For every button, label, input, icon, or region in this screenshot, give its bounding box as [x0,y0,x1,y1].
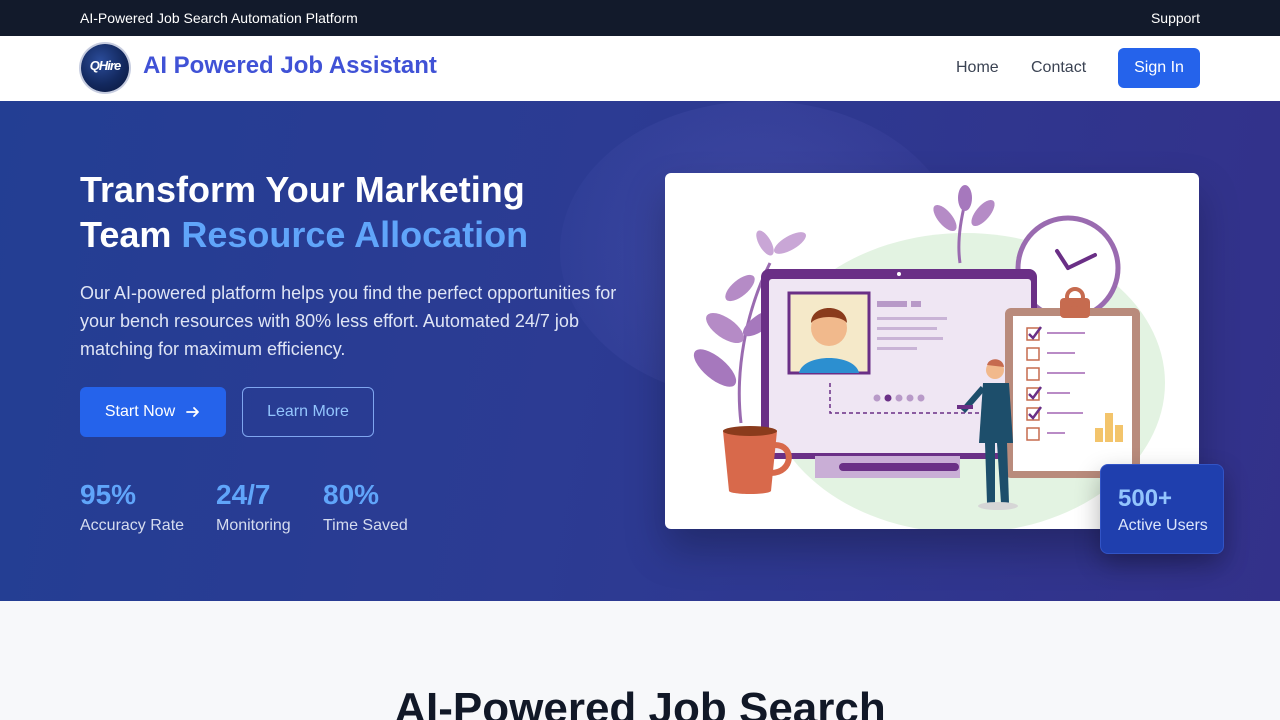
start-now-label: Start Now [104,403,176,420]
support-link[interactable]: Support [1151,10,1200,26]
top-announcement-bar: AI-Powered Job Search Automation Platfor… [0,0,1280,36]
active-users-label: Active Users [1118,517,1208,534]
arrow-right-icon [186,407,200,417]
stat-value: 24/7 [216,479,271,510]
stat-value: 95% [80,479,137,510]
stat-accuracy: 95% Accuracy Rate [80,479,184,535]
active-users-card: 500+ Active Users [1100,464,1224,554]
headline-line-2: Team [80,214,182,255]
main-navbar: QHire AI Powered Job Assistant Home Cont… [0,36,1280,101]
start-now-button[interactable]: Start Now [80,387,226,437]
stat-value: 80% [323,479,380,510]
stat-monitoring: 24/7 Monitoring [216,479,291,535]
qhire-logo-icon[interactable]: QHire [81,44,129,92]
logo-text: QHire [89,58,121,73]
hero-section: Transform Your Marketing Team Resource A… [0,101,1280,601]
stat-time-saved: 80% Time Saved [323,479,408,535]
nav-link-contact[interactable]: Contact [1031,59,1086,77]
stat-label: Time Saved [323,517,408,534]
headline-line-1: Transform Your Marketing [80,169,525,210]
platform-tagline: AI-Powered Job Search Automation Platfor… [80,10,358,26]
clipboard-illustration [1005,287,1140,478]
stat-label: Monitoring [216,517,291,534]
hero-description: Our AI-powered platform helps you find t… [80,283,617,359]
features-section-title: AI-Powered Job Search [394,684,886,720]
hero-headline: Transform Your Marketing Team Resource A… [80,167,600,257]
headline-accent: Resource Allocation [181,214,529,255]
nav-link-home[interactable]: Home [956,59,999,77]
brand-name[interactable]: AI Powered Job Assistant [143,52,437,80]
learn-more-button[interactable]: Learn More [242,387,374,437]
active-users-value: 500+ [1118,485,1173,512]
sign-in-button[interactable]: Sign In [1118,48,1200,88]
stat-label: Accuracy Rate [80,517,185,534]
